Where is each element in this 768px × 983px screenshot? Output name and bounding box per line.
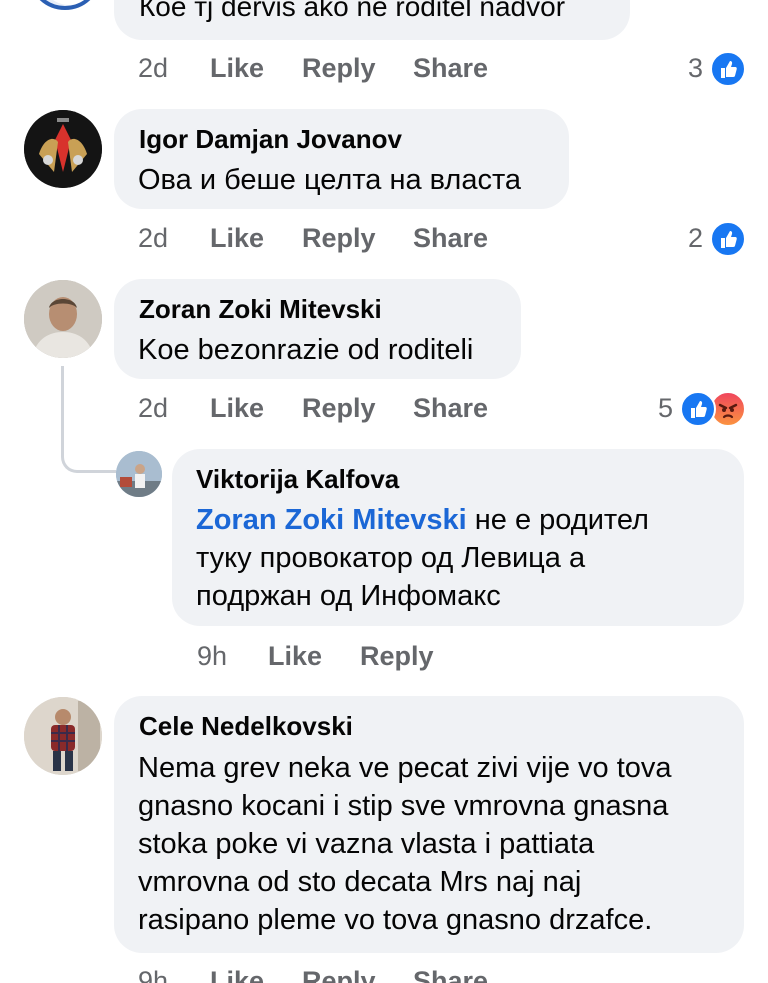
avatar[interactable]: [24, 697, 102, 775]
like-reaction-icon[interactable]: [710, 221, 746, 257]
reply-thread-line: [61, 366, 116, 473]
avatar-image-icon: [24, 280, 102, 358]
like-reaction-icon[interactable]: [680, 391, 716, 427]
comment-text: Koe bezonrazie od roditeli: [138, 334, 474, 366]
avatar[interactable]: [116, 451, 162, 497]
share-button[interactable]: Share: [413, 966, 488, 983]
reply-text-line: Zoran Zoki Mitevski не е родител: [196, 501, 649, 539]
comment-text-line: rasipano pleme vo tova gnasno drzafce.: [138, 904, 653, 936]
comments-page: Кое тј dervis ako ne roditel nadvor 2d L…: [0, 0, 768, 983]
reaction-count[interactable]: 3: [688, 53, 703, 84]
avatar[interactable]: [28, 0, 102, 10]
comment-text-line: gnasno kocani i stip sve vmrovna gnasna: [138, 790, 669, 822]
reply-time[interactable]: 9h: [197, 641, 227, 672]
comment-text: Кое тј dervis ako ne roditel nadvor: [139, 0, 566, 22]
comment-time[interactable]: 2d: [138, 223, 168, 254]
like-button[interactable]: Like: [210, 223, 264, 254]
share-button[interactable]: Share: [413, 53, 488, 84]
reply-button[interactable]: Reply: [302, 53, 376, 84]
like-button[interactable]: Like: [210, 53, 264, 84]
reply-button[interactable]: Reply: [302, 966, 376, 983]
avatar-logo-icon: [53, 0, 85, 5]
comment-text-line: Nema grev neka ve pecat zivi vije vo tov…: [138, 752, 672, 784]
share-button[interactable]: Share: [413, 393, 488, 424]
avatar-image-icon: [24, 110, 102, 188]
reply-author[interactable]: Viktorija Kalfova: [196, 464, 399, 495]
reply-text-line: туку провокатор од Левица а: [196, 542, 586, 574]
comment-author[interactable]: Cele Nedelkovski: [139, 711, 353, 742]
avatar[interactable]: [24, 280, 102, 358]
avatar[interactable]: [24, 110, 102, 188]
comment-author[interactable]: Zoran Zoki Mitevski: [139, 294, 382, 325]
comment-text-line: stoka poke vi vazna vlasta i pattiata: [138, 828, 595, 860]
like-button[interactable]: Like: [268, 641, 322, 672]
reaction-count[interactable]: 2: [688, 223, 703, 254]
comment-time[interactable]: 2d: [138, 393, 168, 424]
reply-button[interactable]: Reply: [302, 223, 376, 254]
like-reaction-icon[interactable]: [710, 51, 746, 87]
like-button[interactable]: Like: [210, 393, 264, 424]
reply-button[interactable]: Reply: [302, 393, 376, 424]
like-button[interactable]: Like: [210, 966, 264, 983]
reply-text-line: подржан од Инфомакс: [196, 580, 501, 612]
mention-link[interactable]: Zoran Zoki Mitevski: [196, 504, 467, 536]
comment-time[interactable]: 2d: [138, 53, 168, 84]
reaction-count[interactable]: 5: [658, 393, 673, 424]
comment-author[interactable]: Igor Damjan Jovanov: [139, 124, 402, 155]
comment-text-line: vmrovna od sto decata Mrs naj naj: [138, 866, 582, 898]
avatar-image-icon: [24, 697, 102, 775]
reply-button[interactable]: Reply: [360, 641, 434, 672]
share-button[interactable]: Share: [413, 223, 488, 254]
reply-text-fragment: не е родител: [466, 504, 649, 536]
avatar-image-icon: [116, 451, 162, 497]
comment-text: Ова и беше целта на власта: [138, 164, 522, 196]
comment-time[interactable]: 9h: [138, 966, 168, 983]
